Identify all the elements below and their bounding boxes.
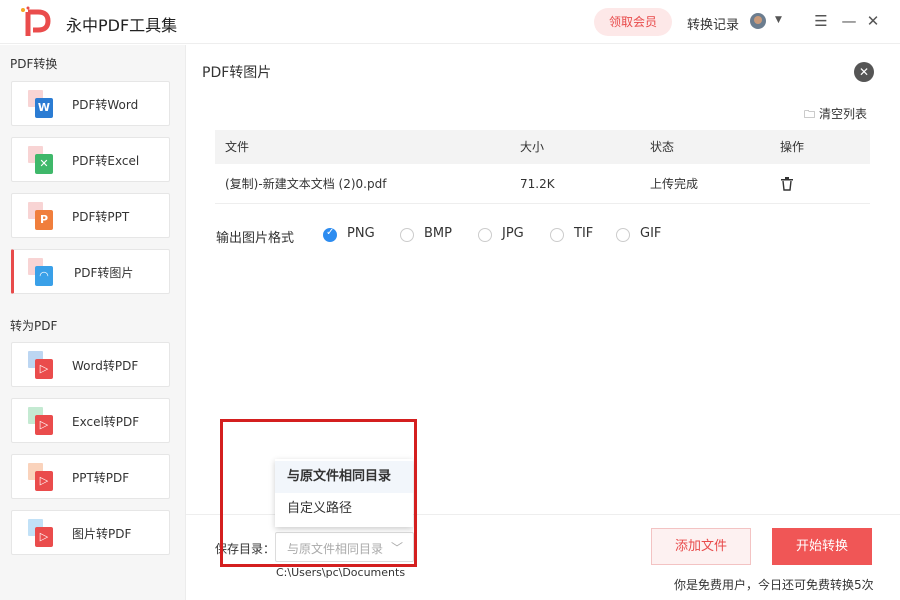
excel-to-pdf-icon: ▷ (28, 407, 58, 437)
sidebar-item-pdf-to-excel[interactable]: ✕ PDF转Excel (11, 137, 170, 182)
file-size: 71.2K (520, 177, 555, 191)
column-header-status: 状态 (650, 140, 675, 154)
highlight-box (220, 419, 417, 567)
output-format-label: 输出图片格式 (216, 231, 295, 246)
page-title: PDF转图片 (202, 65, 272, 81)
clear-list-label: 清空列表 (819, 107, 868, 121)
sidebar-item-ppt-to-pdf[interactable]: ▷ PPT转PDF (11, 454, 170, 499)
sidebar-item-label: PDF转Excel (72, 154, 140, 168)
file-name: (复制)-新建文本文档 (2)0.pdf (225, 177, 387, 191)
clear-list-button[interactable]: 🗀 清空列表 (804, 105, 867, 125)
sidebar-item-label: PDF转PPT (72, 210, 130, 224)
window-close-icon[interactable]: ✕ (864, 11, 882, 31)
menu-icon[interactable]: ☰ (812, 11, 830, 31)
app-title: 永中PDF工具集 (66, 16, 178, 35)
sidebar-item-image-to-pdf[interactable]: ▷ 图片转PDF (11, 510, 170, 555)
get-vip-button[interactable]: 领取会员 (594, 8, 672, 36)
clear-icon: 🗀 (804, 108, 815, 121)
ppt-file-icon: P (28, 202, 58, 232)
free-user-note: 你是免费用户，今日还可免费转换5次 (674, 578, 874, 592)
file-status: 上传完成 (650, 177, 699, 191)
trash-icon[interactable] (781, 177, 793, 191)
minimize-icon[interactable]: — (840, 11, 858, 31)
sidebar-item-pdf-to-word[interactable]: W PDF转Word (11, 81, 170, 126)
table-row: (复制)-新建文本文档 (2)0.pdf 71.2K 上传完成 (215, 164, 870, 204)
radio-checked-icon (323, 227, 337, 242)
sidebar: PDF转换 W PDF转Word ✕ PDF转Excel P PDF转PPT ◠… (0, 45, 186, 600)
sidebar-item-label: PDF转图片 (74, 266, 134, 280)
user-avatar[interactable] (750, 13, 766, 29)
add-file-button[interactable]: 添加文件 (651, 528, 751, 565)
sidebar-item-word-to-pdf[interactable]: ▷ Word转PDF (11, 342, 170, 387)
column-header-size: 大小 (520, 140, 545, 154)
section-label-pdf-convert: PDF转换 (10, 57, 58, 71)
sidebar-item-label: Excel转PDF (72, 415, 140, 429)
save-path: C:\Users\pc\Documents (276, 566, 406, 579)
start-convert-button[interactable]: 开始转换 (772, 528, 872, 565)
radio-unchecked-icon (478, 228, 492, 242)
radio-unchecked-icon (616, 228, 630, 242)
word-file-icon: W (28, 90, 58, 120)
sidebar-item-label: 图片转PDF (72, 527, 132, 541)
radio-unchecked-icon (400, 228, 414, 242)
file-table: 文件 大小 状态 操作 (复制)-新建文本文档 (2)0.pdf 71.2K 上… (215, 130, 870, 204)
title-bar: 永中PDF工具集 领取会员 转换记录 ▼ ☰ — ✕ (0, 0, 900, 44)
conversion-history-link[interactable]: 转换记录 (687, 14, 739, 33)
app-logo-icon (21, 6, 51, 36)
section-label-to-pdf: 转为PDF (10, 319, 58, 333)
excel-file-icon: ✕ (28, 146, 58, 176)
chevron-down-icon[interactable]: ▼ (775, 15, 782, 25)
radio-unchecked-icon (550, 228, 564, 242)
sidebar-item-pdf-to-ppt[interactable]: P PDF转PPT (11, 193, 170, 238)
column-header-file: 文件 (225, 140, 250, 154)
sidebar-item-pdf-to-image[interactable]: ◠ PDF转图片 (11, 249, 170, 294)
sidebar-item-label: Word转PDF (72, 359, 139, 373)
table-header: 文件 大小 状态 操作 (215, 130, 870, 164)
close-panel-icon[interactable]: ✕ (854, 62, 874, 82)
image-to-pdf-icon: ▷ (28, 519, 58, 549)
sidebar-item-label: PPT转PDF (72, 471, 130, 485)
sidebar-item-excel-to-pdf[interactable]: ▷ Excel转PDF (11, 398, 170, 443)
ppt-to-pdf-icon: ▷ (28, 463, 58, 493)
column-header-action: 操作 (780, 140, 805, 154)
sidebar-item-label: PDF转Word (72, 98, 139, 112)
word-to-pdf-icon: ▷ (28, 351, 58, 381)
image-file-icon: ◠ (28, 258, 58, 288)
